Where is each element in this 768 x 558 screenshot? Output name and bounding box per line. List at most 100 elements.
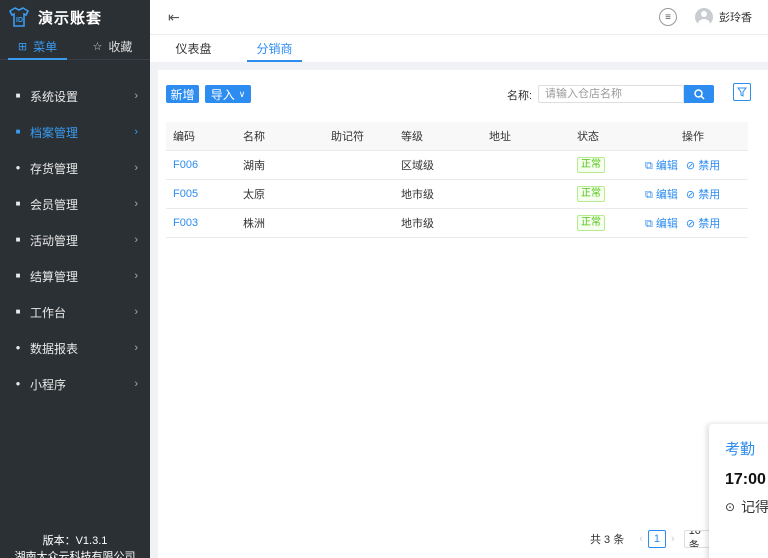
name-cell: 太原 [236, 179, 324, 209]
actions-cell: ⧉ 编辑 ⊘ 禁用 [638, 208, 748, 238]
tab-distributors[interactable]: 分销商 [237, 35, 312, 62]
name-cell: 株洲 [236, 208, 324, 238]
chevron-right-icon: › [134, 90, 138, 102]
sidebar-item-label: 活动管理 [30, 233, 79, 248]
disable-link[interactable]: ⊘ 禁用 [686, 160, 720, 172]
name-filter-label: 名称: [507, 90, 533, 102]
add-button[interactable]: 新增 [166, 85, 199, 103]
avatar[interactable] [695, 8, 713, 26]
filter-button[interactable] [733, 83, 751, 101]
member-icon: ■ [15, 199, 21, 208]
disable-link[interactable]: ⊘ 禁用 [686, 189, 720, 201]
sidebar-item-label: 数据报表 [30, 341, 79, 356]
sidebar-item-label: 工作台 [30, 305, 67, 320]
sidebar: ID 演示账套 ⊞ 菜单 ☆ 收藏 ■ 系统设置 › ■ 档案管理 › ● 存货… [0, 0, 150, 558]
sidebar-item-inventory[interactable]: ● 存货管理 › [0, 150, 150, 186]
sidebar-item-label: 会员管理 [30, 197, 79, 212]
attendance-popup[interactable]: 考勤 17:00 ⊙ 记得 [709, 424, 768, 558]
status-cell: 正常 [570, 179, 638, 209]
edit-link[interactable]: ⧉ 编辑 [645, 189, 678, 201]
status-cell: 正常 [570, 150, 638, 180]
table-row: F003 株洲 地市级 正常 ⧉ 编辑 ⊘ 禁用 [166, 208, 748, 238]
pagination: 共 3 条 ‹ 1 › 10 条 [590, 530, 714, 548]
address-cell [482, 208, 570, 238]
disable-icon: ⊘ [685, 188, 699, 201]
add-button-label: 新增 [170, 87, 195, 102]
attendance-location-text: 记得 [741, 499, 768, 515]
svg-text:ID: ID [16, 17, 23, 24]
prev-page-icon[interactable]: ‹ [639, 533, 643, 545]
app-title: 演示账套 [38, 9, 103, 27]
table-row: F005 太原 地市级 正常 ⧉ 编辑 ⊘ 禁用 [166, 179, 748, 209]
tab-favorites[interactable]: ☆ 收藏 [75, 34, 150, 59]
edit-label: 编辑 [655, 217, 678, 230]
edit-icon: ⧉ [645, 188, 656, 201]
version-text: 版本：V1.3.1 [42, 535, 108, 547]
sidebar-item-reports[interactable]: ● 数据报表 › [0, 330, 150, 366]
disable-link[interactable]: ⊘ 禁用 [686, 218, 720, 230]
top-header: ⇤ ≡ 彭玲香 [150, 0, 768, 34]
edit-link[interactable]: ⧉ 编辑 [645, 218, 678, 230]
edit-icon: ⧉ [645, 217, 656, 230]
toolbar: 新增 导入 ∨ 名称: 请输入仓店名称 [166, 83, 768, 107]
distributor-table: 编码 名称 助记符 等级 地址 状态 操作 F006 湖南 区域级 正常 ⧉ 编… [166, 122, 748, 238]
menu-circle-icon[interactable]: ≡ [659, 8, 677, 26]
column-header: 地址 [482, 122, 570, 151]
disable-icon: ⊘ [685, 159, 699, 172]
sidebar-nav: ■ 系统设置 › ■ 档案管理 › ● 存货管理 › ■ 会员管理 › ■ 活动… [0, 60, 150, 402]
status-badge: 正常 [577, 185, 605, 202]
sidebar-item-label: 系统设置 [30, 89, 79, 104]
level-cell: 地市级 [394, 179, 482, 209]
sidebar-item-settlement[interactable]: ■ 结算管理 › [0, 258, 150, 294]
sidebar-item-label: 存货管理 [30, 161, 79, 176]
edit-link[interactable]: ⧉ 编辑 [645, 160, 678, 172]
collapse-menu-icon[interactable]: ⇤ [168, 9, 180, 26]
sidebar-item-archives[interactable]: ■ 档案管理 › [0, 114, 150, 150]
chevron-right-icon: › [134, 234, 138, 246]
column-header: 名称 [236, 122, 324, 151]
sidebar-item-label: 结算管理 [30, 269, 79, 284]
edit-label: 编辑 [655, 188, 678, 201]
code-link[interactable]: F006 [166, 150, 236, 180]
inventory-icon: ● [15, 163, 21, 172]
status-badge: 正常 [577, 156, 605, 173]
main-content: 新增 导入 ∨ 名称: 请输入仓店名称 编码 名称 助记符 等级 地址 状态 操… [158, 70, 768, 558]
disable-icon: ⊘ [685, 217, 699, 230]
settings-icon: ■ [15, 91, 21, 100]
tab-menu[interactable]: ⊞ 菜单 [0, 34, 75, 60]
chevron-right-icon: › [134, 270, 138, 282]
edit-icon: ⧉ [645, 159, 656, 172]
column-header: 等级 [394, 122, 482, 151]
brand: ID 演示账套 [0, 0, 150, 34]
search-input[interactable]: 请输入仓店名称 [538, 85, 684, 103]
actions-cell: ⧉ 编辑 ⊘ 禁用 [638, 179, 748, 209]
attendance-time: 17:00 [725, 471, 766, 488]
report-icon: ● [15, 343, 21, 352]
tab-favorites-label: 收藏 [108, 40, 133, 54]
grid-icon: ⊞ [17, 41, 28, 53]
code-link[interactable]: F005 [166, 179, 236, 209]
sidebar-item-activities[interactable]: ■ 活动管理 › [0, 222, 150, 258]
sidebar-item-system-settings[interactable]: ■ 系统设置 › [0, 78, 150, 114]
username[interactable]: 彭玲香 [719, 9, 752, 25]
sidebar-item-miniapp[interactable]: ● 小程序 › [0, 366, 150, 402]
next-page-icon[interactable]: › [671, 533, 675, 545]
page-number[interactable]: 1 [647, 530, 666, 548]
search-button[interactable] [684, 85, 714, 103]
total-count: 共 3 条 [590, 534, 625, 546]
disable-label: 禁用 [698, 188, 721, 201]
sidebar-item-workbench[interactable]: ■ 工作台 › [0, 294, 150, 330]
level-cell: 区域级 [394, 150, 482, 180]
column-header: 助记符 [324, 122, 394, 151]
import-button-label: 导入 [210, 87, 235, 102]
tab-dashboard[interactable]: 仪表盘 [156, 35, 231, 62]
mnemonic-cell [324, 208, 394, 238]
gift-icon: ■ [15, 235, 21, 244]
page-tabs: 仪表盘 分销商 [150, 34, 768, 62]
menu-tabs: ⊞ 菜单 ☆ 收藏 [0, 34, 150, 60]
sidebar-item-members[interactable]: ■ 会员管理 › [0, 186, 150, 222]
import-button[interactable]: 导入 ∨ [205, 85, 251, 103]
chevron-down-icon: ∨ [238, 88, 246, 99]
code-link[interactable]: F003 [166, 208, 236, 238]
level-cell: 地市级 [394, 208, 482, 238]
